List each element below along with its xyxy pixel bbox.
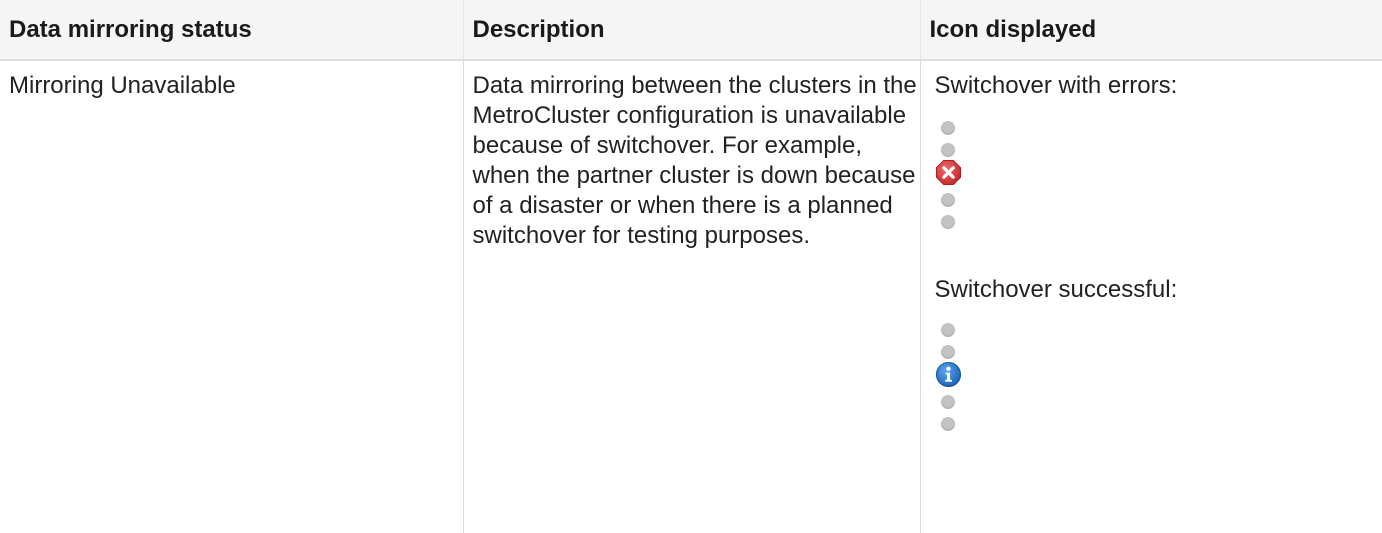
dot-icon: [940, 323, 955, 337]
dot-icon: [940, 345, 955, 359]
error-x-icon: [935, 159, 961, 186]
header-icon: Icon displayed: [919, 0, 1382, 61]
table-body: Mirroring Unavailable Data mirroring bet…: [0, 60, 1382, 533]
header-row: Data mirroring status Description Icon d…: [0, 0, 1382, 61]
cell-description: Data mirroring between the clusters in t…: [462, 60, 920, 533]
dot-icon: [940, 417, 955, 431]
icon-group-label-errors: Switchover with errors:: [934, 72, 1178, 99]
dot-icon: [940, 193, 955, 207]
cell-icon-displayed: Switchover with errors: Switchover succe…: [919, 60, 1382, 533]
table-row: Mirroring Unavailable Data mirroring bet…: [0, 60, 1382, 533]
dot-icon: [940, 143, 955, 157]
description-text: Data mirroring between the clusters in t…: [472, 72, 917, 249]
dot-icon: [940, 395, 955, 409]
mirroring-status-table: Data mirroring status Description Icon d…: [0, 0, 1382, 533]
table-header: Data mirroring status Description Icon d…: [0, 0, 1382, 61]
mirroring-errors-indicator: [933, 121, 961, 251]
info-icon: [935, 361, 961, 388]
dot-icon: [940, 215, 955, 229]
header-description: Description: [462, 0, 920, 61]
icon-group-label-success: Switchover successful:: [934, 276, 1178, 303]
mirroring-success-indicator: [933, 323, 961, 453]
dot-icon: [940, 121, 955, 135]
header-status: Data mirroring status: [0, 0, 463, 61]
cell-status: Mirroring Unavailable: [9, 72, 236, 99]
